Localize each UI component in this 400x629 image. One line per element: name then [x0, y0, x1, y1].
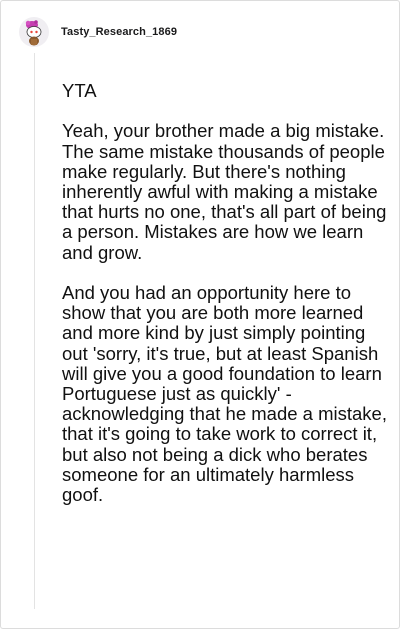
- comment-paragraph: Yeah, your brother made a big mistake. T…: [62, 120, 392, 263]
- comment-header: Tasty_Research_1869: [19, 15, 177, 49]
- comment-body: YTA Yeah, your brother made a big mistak…: [62, 80, 393, 525]
- comment-card: Tasty_Research_1869 YTA Yeah, your broth…: [0, 0, 400, 629]
- snoo-avatar-icon[interactable]: [19, 17, 49, 47]
- thread-collapse-line[interactable]: [34, 53, 35, 609]
- comment-paragraph: And you had an opportunity here to show …: [62, 282, 393, 506]
- author-username[interactable]: Tasty_Research_1869: [61, 26, 177, 38]
- comment-paragraph: YTA: [62, 80, 97, 101]
